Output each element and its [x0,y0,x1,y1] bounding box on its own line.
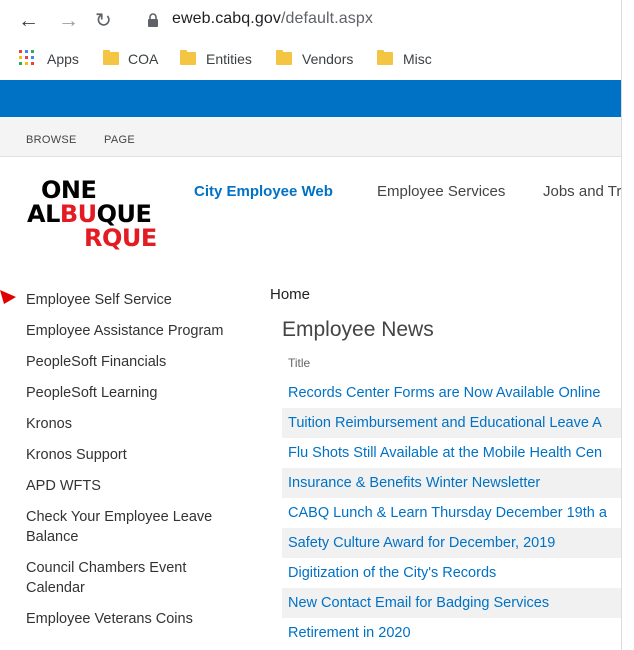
news-link[interactable]: Insurance & Benefits Winter Newsletter [288,475,540,491]
table-row: Digitization of the City's Records [282,558,622,588]
ribbon-tab-browse[interactable]: BROWSE [26,134,77,146]
news-link[interactable]: Retirement in 2020 [288,625,411,641]
news-list: Records Center Forms are Now Available O… [282,378,622,648]
browser-window: ← → ↻ eweb.cabq.gov/default.aspx Apps CO… [0,0,622,650]
logo-line-2: ALBUQUE [27,200,152,228]
news-link[interactable]: Tuition Reimbursement and Educational Le… [288,415,602,431]
logo-line-1: ONE [41,176,97,204]
leftnav-item-employee-assistance-program[interactable]: Employee Assistance Program [26,321,246,341]
table-row: New Contact Email for Badging Services [282,588,622,618]
lock-icon [148,13,158,27]
news-link[interactable]: CABQ Lunch & Learn Thursday December 19t… [288,505,607,521]
table-row: Records Center Forms are Now Available O… [282,378,622,408]
red-arrow-icon [0,290,16,304]
leftnav-item-kronos-support[interactable]: Kronos Support [26,445,246,465]
bookmark-apps[interactable]: Apps [47,50,79,68]
news-link[interactable]: Records Center Forms are Now Available O… [288,385,600,401]
leftnav-item-apd-wfts[interactable]: APD WFTS [26,476,246,496]
ribbon-tab-page[interactable]: PAGE [104,134,135,146]
bookmark-misc[interactable]: Misc [403,50,432,68]
reload-icon[interactable]: ↻ [95,9,112,33]
news-link[interactable]: Digitization of the City's Records [288,565,496,581]
suite-bar [0,80,622,117]
breadcrumb[interactable]: Home [270,286,310,303]
news-link[interactable]: New Contact Email for Badging Services [288,595,549,611]
url-field[interactable]: eweb.cabq.gov/default.aspx [172,10,373,28]
table-row: Insurance & Benefits Winter Newsletter [282,468,622,498]
topnav-employee-services[interactable]: Employee Services [377,183,505,200]
apps-grid-icon [19,50,34,65]
leftnav-item-leave-balance[interactable]: Check Your Employee Leave Balance [26,507,246,547]
page-title: Employee News [282,318,434,341]
folder-icon [180,50,196,65]
folder-icon [377,50,393,65]
topnav-city-employee-web[interactable]: City Employee Web [194,183,333,200]
leftnav-item-kronos[interactable]: Kronos [26,414,246,434]
leftnav-item-employee-self-service[interactable]: Employee Self Service [26,290,246,310]
ribbon: BROWSE PAGE [0,117,622,157]
table-row: CABQ Lunch & Learn Thursday December 19t… [282,498,622,528]
table-row: Retirement in 2020 [282,618,622,648]
bookmark-vendors[interactable]: Vendors [302,50,353,68]
address-bar-row: ← → ↻ eweb.cabq.gov/default.aspx [0,0,622,44]
window-margin [622,0,634,650]
news-link[interactable]: Safety Culture Award for December, 2019 [288,535,555,551]
left-navigation: Employee Self Service Employee Assistanc… [26,290,246,640]
column-header-title[interactable]: Title [288,356,310,370]
news-link[interactable]: Flu Shots Still Available at the Mobile … [288,445,602,461]
table-row: Flu Shots Still Available at the Mobile … [282,438,622,468]
folder-icon [103,50,119,65]
table-row: Tuition Reimbursement and Educational Le… [282,408,622,438]
table-row: Safety Culture Award for December, 2019 [282,528,622,558]
site-logo[interactable]: ONE ALBUQUE RQUE [27,178,169,254]
folder-icon [276,50,292,65]
logo-line-3: RQUE [84,224,157,252]
forward-icon[interactable]: → [58,9,79,33]
topnav-jobs[interactable]: Jobs and Tr [543,183,621,200]
back-icon[interactable]: ← [18,9,39,33]
leftnav-item-veterans-coins[interactable]: Employee Veterans Coins [26,609,246,629]
bookmark-entities[interactable]: Entities [206,50,252,68]
bookmark-coa[interactable]: COA [128,50,158,68]
leftnav-item-peoplesoft-learning[interactable]: PeopleSoft Learning [26,383,246,403]
leftnav-item-council-chambers-calendar[interactable]: Council Chambers Event Calendar [26,558,246,598]
leftnav-item-peoplesoft-financials[interactable]: PeopleSoft Financials [26,352,246,372]
